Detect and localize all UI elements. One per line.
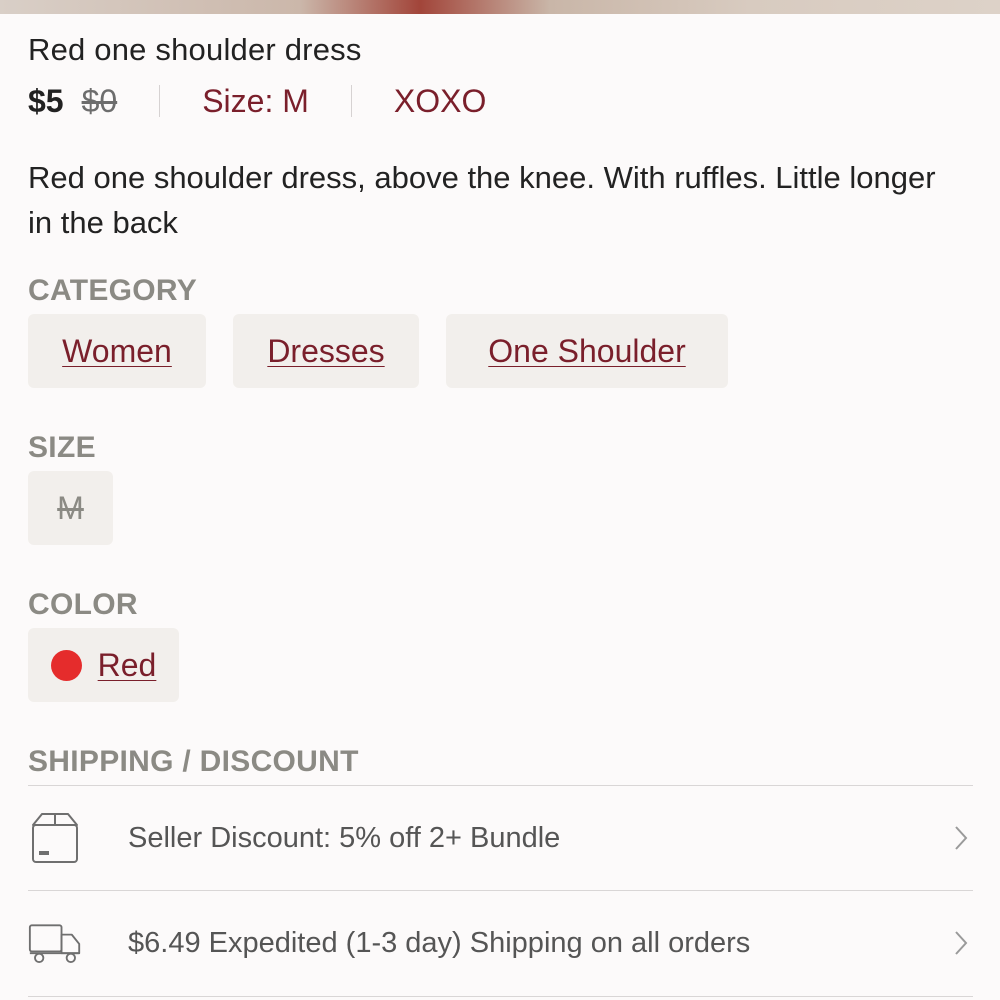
category-heading: CATEGORY <box>28 274 198 307</box>
seller-discount-row[interactable]: Seller Discount: 5% off 2+ Bundle <box>28 786 973 890</box>
color-chip-label: Red <box>97 646 157 683</box>
size-link[interactable]: Size: M <box>202 83 309 120</box>
size-chip-label: M <box>57 489 84 526</box>
color-swatch <box>50 649 82 681</box>
category-chip-label: One Shoulder <box>488 332 686 369</box>
chevron-right-icon <box>949 930 973 956</box>
color-chip[interactable]: Red <box>28 628 179 702</box>
category-chip-label: Dresses <box>267 332 385 369</box>
shipping-text: $6.49 Expedited (1-3 day) Shipping on al… <box>128 926 751 959</box>
size-heading: SIZE <box>28 431 96 464</box>
divider <box>159 85 161 117</box>
listing-description: Red one shoulder dress, above the knee. … <box>28 160 936 240</box>
truck-icon <box>28 915 82 971</box>
shipping-row[interactable]: $6.49 Expedited (1-3 day) Shipping on al… <box>28 891 973 995</box>
shipping-heading: SHIPPING / DISCOUNT <box>28 745 359 778</box>
category-chip-one-shoulder[interactable]: One Shoulder <box>446 314 728 388</box>
original-price: $0 <box>81 82 118 119</box>
seller-discount-text: Seller Discount: 5% off 2+ Bundle <box>128 821 561 854</box>
listing-photo-edge[interactable] <box>0 0 1000 14</box>
brand-link[interactable]: XOXO <box>394 83 486 120</box>
price-row: $5 $0 Size: M XOXO <box>28 80 486 122</box>
size-chip[interactable]: M <box>28 471 113 545</box>
category-chip-women[interactable]: Women <box>28 314 206 388</box>
divider <box>28 996 973 997</box>
category-chip-dresses[interactable]: Dresses <box>233 314 419 388</box>
listing-title: Red one shoulder dress <box>28 32 362 67</box>
category-chip-label: Women <box>62 332 172 369</box>
listing-details: Red one shoulder dress $5 $0 Size: M XOX… <box>0 0 1000 1000</box>
chevron-right-icon <box>949 825 973 851</box>
divider <box>350 85 352 117</box>
listing-price: $5 <box>28 82 64 119</box>
box-icon <box>28 810 82 866</box>
color-heading: COLOR <box>28 588 138 621</box>
